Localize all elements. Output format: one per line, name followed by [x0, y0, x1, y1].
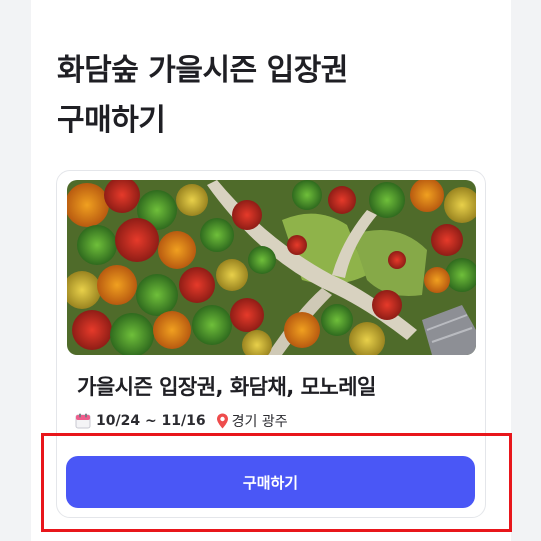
page-title: 화담숲 가을시즌 입장권 구매하기	[57, 46, 477, 146]
ticket-meta: 10/24 ~ 11/16 경기 광주	[75, 411, 288, 431]
buy-button[interactable]: 구매하기	[66, 456, 475, 508]
autumn-forest-image	[67, 180, 476, 355]
ticket-purchase-panel: 화담숲 가을시즌 입장권 구매하기 가을시즌 입장권, 화담채, 모노레일 10…	[31, 0, 511, 541]
page-title-line-1: 화담숲 가을시즌 입장권	[57, 53, 348, 88]
location-pin-icon	[216, 413, 228, 429]
page-title-line-2: 구매하기	[57, 103, 166, 138]
date-range: 10/24 ~ 11/16	[96, 413, 206, 429]
ticket-title: 가을시즌 입장권, 화담채, 모노레일	[77, 375, 376, 399]
ticket-card: 가을시즌 입장권, 화담채, 모노레일 10/24 ~ 11/16 경기 광주 …	[56, 170, 486, 518]
location-text: 경기 광주	[231, 414, 288, 430]
calendar-icon	[75, 413, 91, 429]
